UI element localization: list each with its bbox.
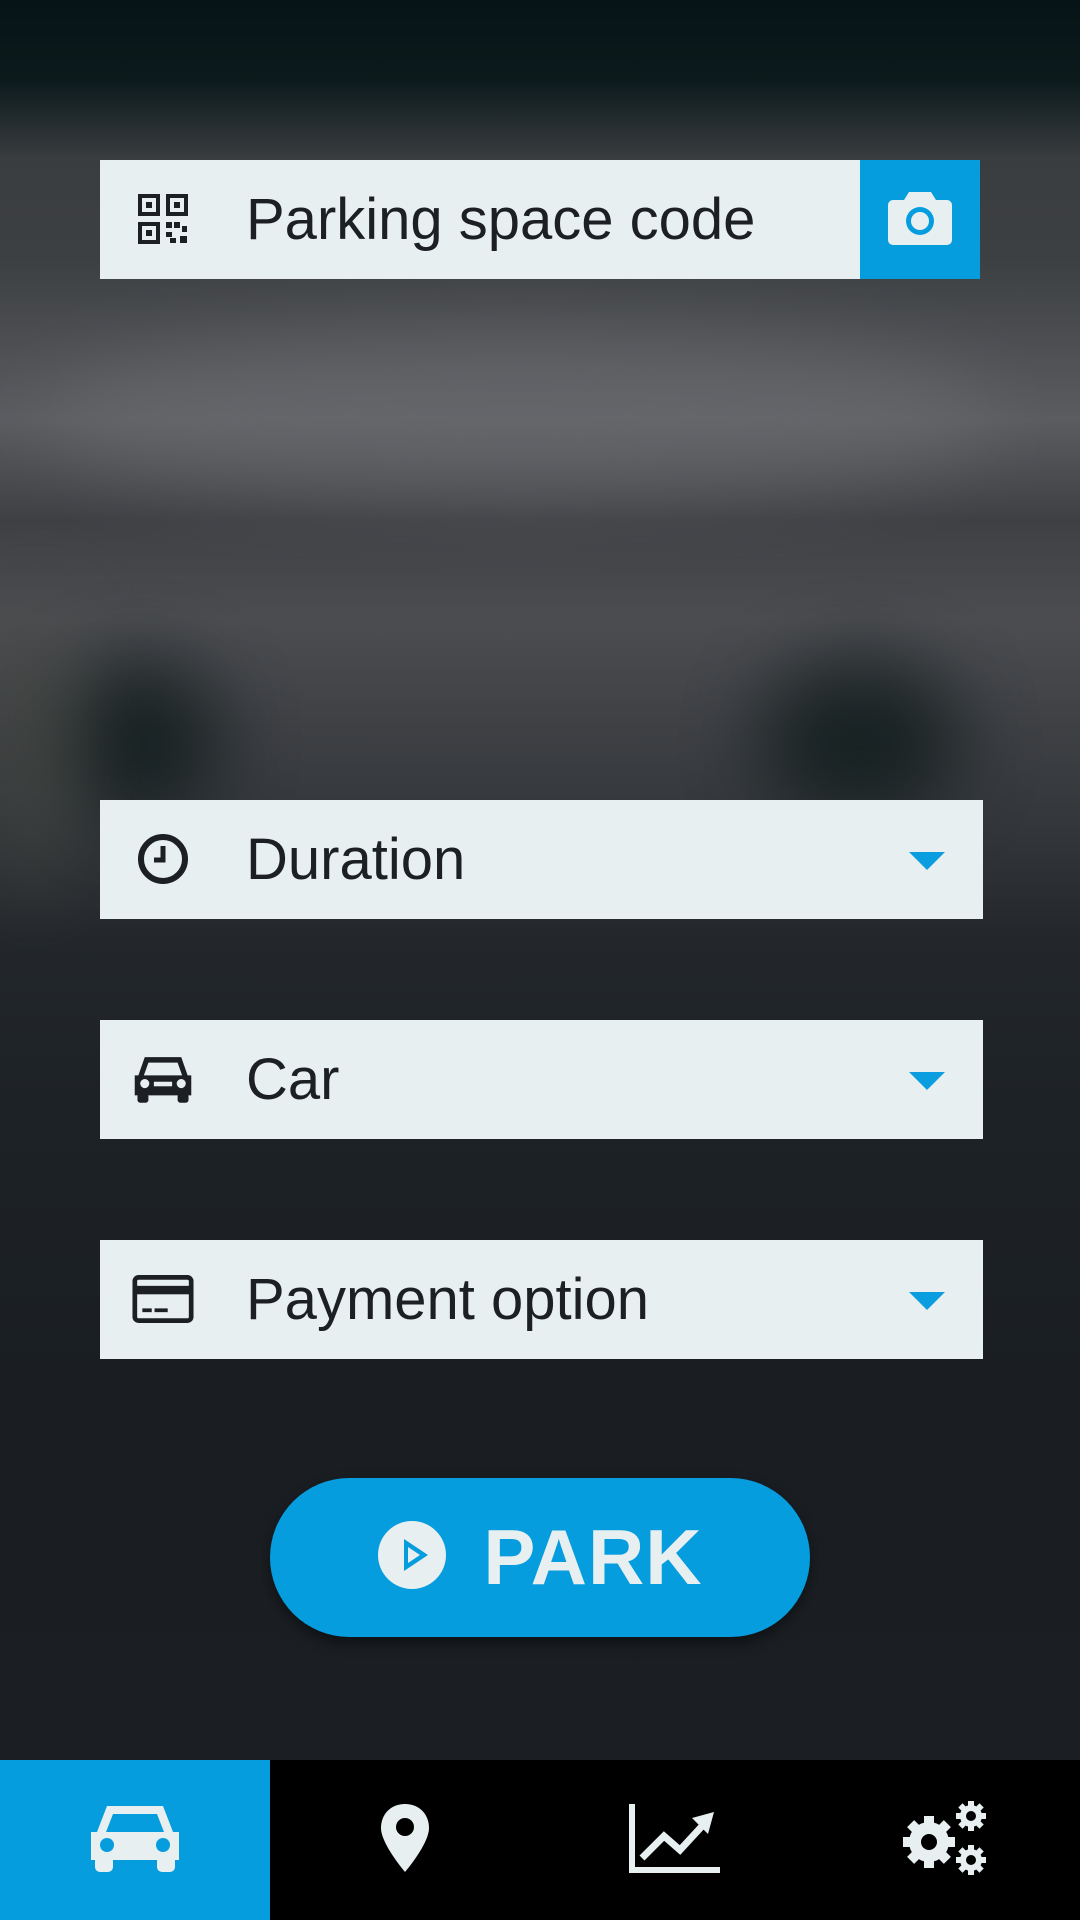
- park-button-label: PARK: [483, 1513, 703, 1601]
- chevron-down-icon: [909, 1292, 945, 1310]
- gears-icon: [899, 1798, 991, 1883]
- duration-label: Duration: [246, 827, 466, 892]
- car-label: Car: [246, 1047, 340, 1112]
- parking-space-code-placeholder: Parking space code: [246, 187, 756, 252]
- chart-line-icon: [628, 1802, 722, 1879]
- play-circle-icon: [377, 1520, 447, 1595]
- car-icon: [87, 1802, 183, 1879]
- clock-icon: [132, 828, 194, 890]
- scan-camera-button[interactable]: [860, 160, 980, 279]
- nav-item-park[interactable]: [0, 1760, 270, 1920]
- car-select[interactable]: Car: [100, 1020, 983, 1139]
- camera-icon: [887, 188, 953, 251]
- car-icon: [132, 1048, 194, 1110]
- background-blur-dark-pillar-right: [760, 660, 960, 820]
- chevron-down-icon: [909, 1072, 945, 1090]
- duration-select[interactable]: Duration: [100, 800, 983, 919]
- payment-option-label: Payment option: [246, 1267, 650, 1332]
- credit-card-icon: [132, 1268, 194, 1330]
- background-blur-wall-left: [0, 600, 70, 900]
- chevron-down-icon: [909, 852, 945, 870]
- bottom-navigation: [0, 1760, 1080, 1920]
- parking-space-code-field[interactable]: Parking space code: [100, 160, 860, 279]
- background-blur-dark-pillar-left: [60, 660, 220, 820]
- nav-item-settings[interactable]: [810, 1760, 1080, 1920]
- qr-code-icon: [132, 188, 194, 250]
- park-button[interactable]: PARK: [270, 1478, 810, 1637]
- nav-item-statistics[interactable]: [540, 1760, 810, 1920]
- map-pin-icon: [379, 1802, 431, 1879]
- nav-item-map[interactable]: [270, 1760, 540, 1920]
- background-blur-ceiling-light: [40, 330, 1000, 500]
- payment-option-select[interactable]: Payment option: [100, 1240, 983, 1359]
